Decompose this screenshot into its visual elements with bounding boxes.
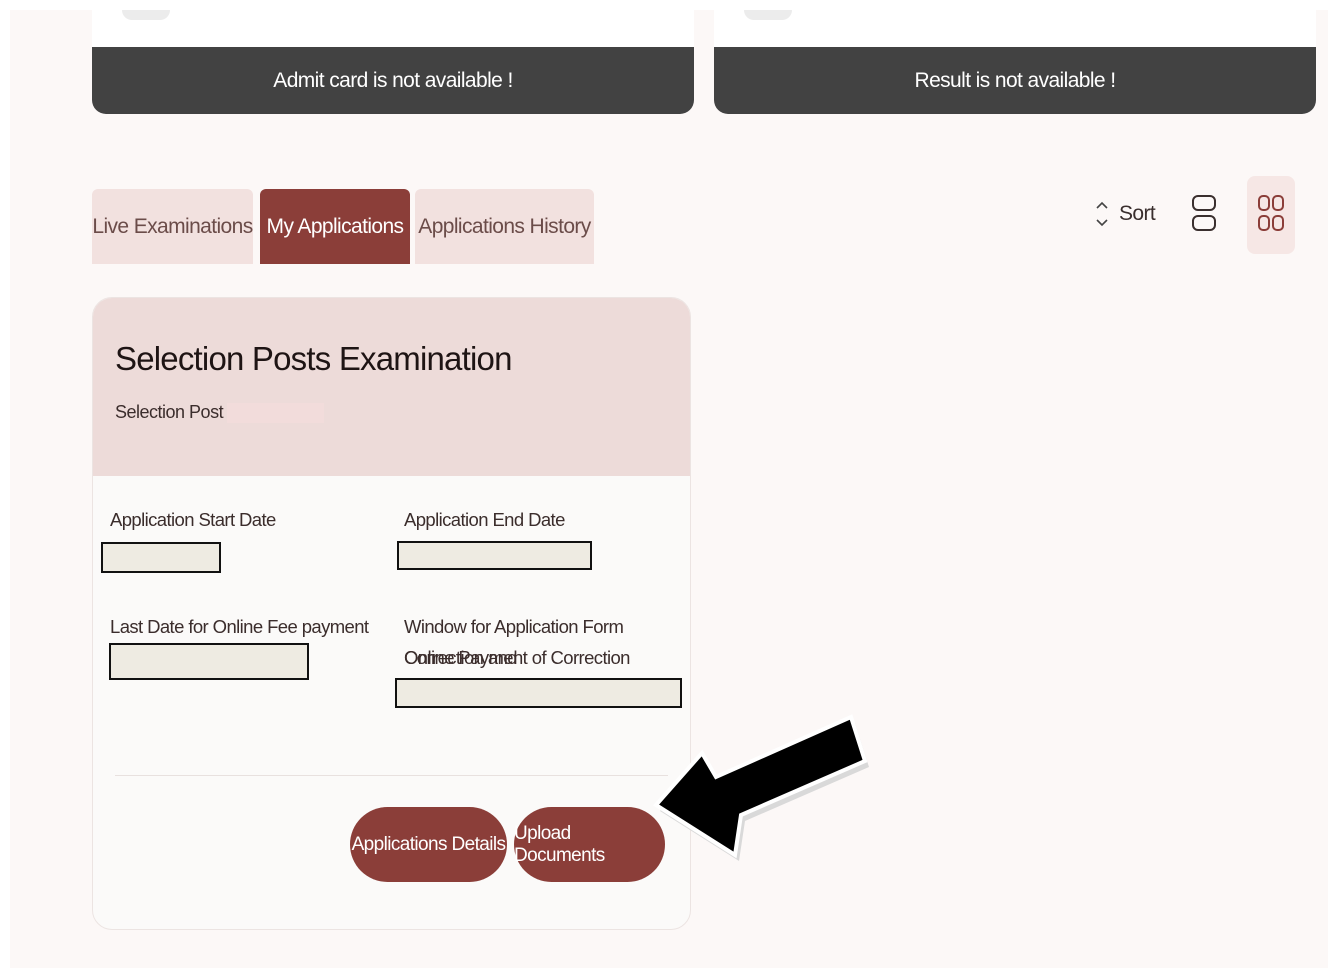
tab-my-applications[interactable]: My Applications	[260, 189, 410, 264]
tab-live-examinations[interactable]: Live Examinations	[92, 189, 253, 264]
application-subtitle: Selection Post	[115, 402, 325, 423]
list-view-icon	[1191, 193, 1217, 238]
start-date-value	[101, 542, 221, 573]
application-card: Selection Posts Examination Selection Po…	[92, 297, 691, 930]
card-avatar	[122, 10, 170, 20]
application-card-header: Selection Posts Examination Selection Po…	[93, 298, 690, 476]
start-date-label: Application Start Date	[110, 509, 276, 530]
fee-date-value	[109, 643, 309, 680]
result-status: Result is not available !	[714, 47, 1316, 114]
pointer-arrow-icon	[652, 714, 869, 861]
redacted-text	[227, 402, 325, 423]
application-subtitle-text: Selection Post	[115, 402, 224, 422]
upload-documents-button[interactable]: Upload Documents	[514, 807, 665, 882]
grid-view-icon	[1257, 193, 1285, 238]
card-avatar	[744, 10, 792, 20]
list-view-button[interactable]	[1180, 176, 1228, 254]
end-date-value	[397, 541, 592, 570]
tab-applications-history[interactable]: Applications History	[415, 189, 594, 264]
sort-icon	[1095, 199, 1109, 229]
application-title: Selection Posts Examination	[115, 340, 512, 377]
admit-card-status: Admit card is not available !	[92, 47, 694, 114]
sort-label: Sort	[1119, 202, 1156, 225]
end-date-label: Application End Date	[404, 509, 565, 530]
correction-window-value	[395, 678, 682, 708]
sort-button[interactable]: Sort	[1095, 196, 1156, 232]
applications-details-button[interactable]: Applications Details	[350, 807, 507, 882]
grid-view-button[interactable]	[1247, 176, 1295, 254]
admit-card: Admit card is not available !	[92, 10, 694, 114]
divider	[115, 775, 668, 776]
fee-date-label: Last Date for Online Fee payment	[110, 616, 369, 637]
page: Admit card is not available ! Result is …	[10, 10, 1328, 968]
result-card: Result is not available !	[714, 10, 1316, 114]
